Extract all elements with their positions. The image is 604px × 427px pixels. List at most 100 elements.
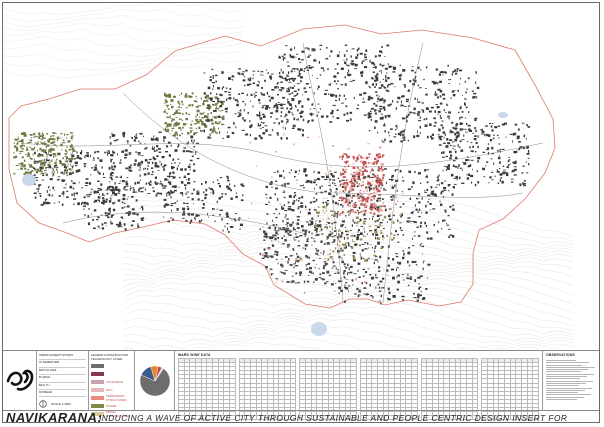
building <box>324 226 328 229</box>
core-building <box>353 202 356 205</box>
building <box>189 221 191 225</box>
building <box>460 77 462 80</box>
core-building <box>377 156 381 159</box>
temporary-structure <box>251 202 253 205</box>
building <box>145 182 148 185</box>
building <box>285 256 288 258</box>
building <box>344 300 346 303</box>
building <box>497 125 500 127</box>
building <box>384 67 388 70</box>
building <box>402 250 405 252</box>
building <box>363 114 367 116</box>
building <box>200 129 203 132</box>
building <box>407 284 410 287</box>
building <box>18 163 22 165</box>
building <box>185 179 188 181</box>
building <box>166 112 169 114</box>
building <box>358 47 360 50</box>
building <box>243 119 246 122</box>
building <box>37 150 39 152</box>
building <box>334 68 337 70</box>
observation-line <box>546 394 591 396</box>
building <box>352 239 353 241</box>
building <box>379 81 381 83</box>
building <box>273 172 276 173</box>
temporary-structure <box>331 267 334 269</box>
building <box>171 130 173 132</box>
building <box>262 74 264 76</box>
building <box>382 219 384 221</box>
building <box>13 156 16 159</box>
core-building <box>371 203 374 206</box>
building <box>122 132 126 135</box>
building <box>307 99 310 101</box>
building <box>155 194 158 197</box>
building <box>320 233 324 235</box>
building <box>425 204 427 208</box>
building <box>373 102 376 105</box>
building <box>284 216 286 218</box>
building <box>271 240 273 242</box>
building <box>133 188 135 192</box>
building <box>349 194 351 197</box>
building <box>219 102 222 103</box>
building <box>163 216 165 218</box>
building <box>425 288 428 290</box>
building <box>326 222 329 223</box>
temporary-structure <box>249 141 251 144</box>
contour-line <box>3 42 244 57</box>
building <box>286 107 288 110</box>
building <box>185 202 189 204</box>
building <box>282 191 286 193</box>
core-building <box>350 209 354 211</box>
building <box>289 255 293 257</box>
building <box>444 133 447 136</box>
building <box>137 181 140 184</box>
building <box>349 212 351 214</box>
building <box>186 196 190 198</box>
temporary-structure <box>346 148 348 151</box>
building <box>163 185 166 187</box>
core-building <box>353 178 356 181</box>
building <box>171 127 175 129</box>
building <box>38 132 41 135</box>
building <box>83 205 86 208</box>
building <box>372 233 374 236</box>
building <box>516 150 518 153</box>
core-building <box>357 211 360 215</box>
building <box>330 256 333 259</box>
building <box>102 201 105 203</box>
building <box>216 122 220 125</box>
legend-bar: URBAN INSERT STUDIO IX SEMESTER BATCH 2024… <box>3 350 599 421</box>
building <box>448 83 450 84</box>
building <box>452 94 456 97</box>
building <box>202 113 204 115</box>
building <box>414 97 416 100</box>
building <box>308 223 309 226</box>
core-building <box>364 168 366 172</box>
building <box>301 133 304 137</box>
core-building <box>353 182 355 185</box>
building <box>297 207 300 210</box>
building <box>192 151 194 153</box>
building <box>527 126 531 128</box>
core-building <box>352 204 355 207</box>
building <box>325 210 328 212</box>
building <box>193 163 195 166</box>
building <box>289 264 293 266</box>
building <box>484 133 486 137</box>
core-building <box>353 171 356 174</box>
building <box>409 80 412 83</box>
building <box>138 162 141 165</box>
building <box>413 135 416 139</box>
building <box>288 206 292 208</box>
building <box>295 56 297 58</box>
building <box>90 174 92 176</box>
observation-line <box>546 399 577 401</box>
building <box>46 159 49 162</box>
building <box>297 199 300 202</box>
building <box>121 201 124 204</box>
building <box>124 156 127 159</box>
building <box>66 169 68 172</box>
building <box>150 137 153 140</box>
